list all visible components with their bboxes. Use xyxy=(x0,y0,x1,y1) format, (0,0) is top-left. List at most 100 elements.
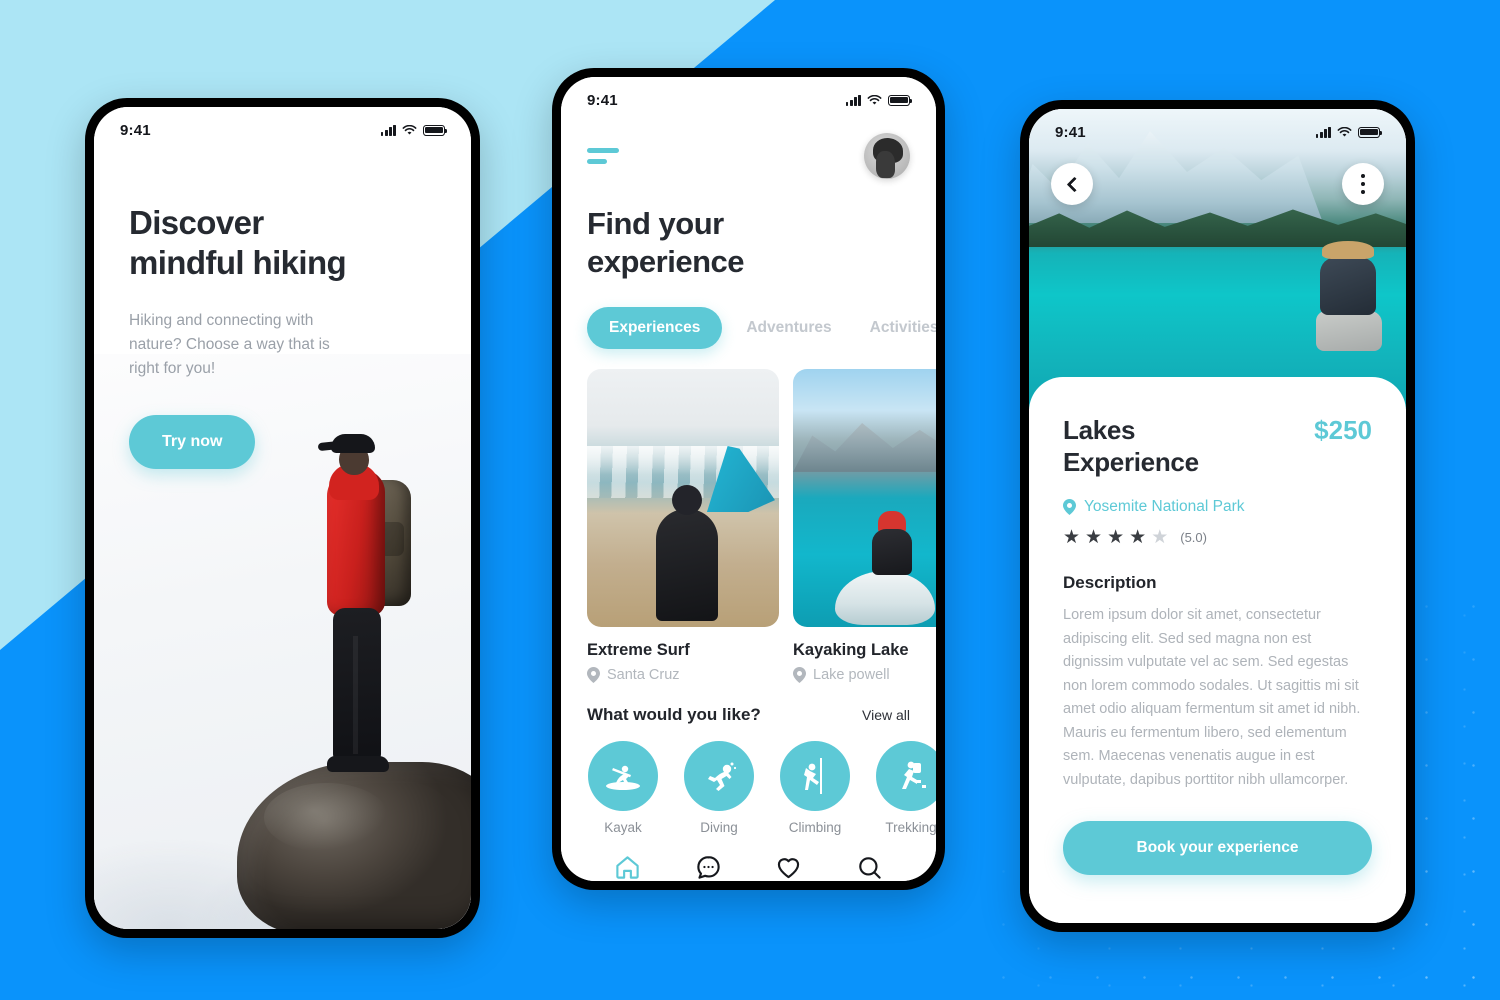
onboarding-title-line1: Discover xyxy=(129,204,264,241)
nav-search-icon[interactable] xyxy=(855,853,885,881)
rating-stars: ★ ★ ★ ★ ★ (5.0) xyxy=(1063,528,1372,547)
star-icon: ★ xyxy=(1129,527,1147,549)
detail-location-text: Yosemite National Park xyxy=(1084,498,1245,516)
phone-frame-detail: 9:41 Lakes Experience $250 Yosemite Nati… xyxy=(1020,100,1415,932)
category-list: Kayak Diving Climbing Trekking xyxy=(561,740,936,835)
cellular-signal-icon xyxy=(1315,126,1331,138)
bottom-navigation xyxy=(561,835,936,881)
detail-title-row: Lakes Experience $250 xyxy=(1063,415,1372,478)
nav-home-icon[interactable] xyxy=(612,853,642,881)
star-icon: ★ xyxy=(1107,527,1125,549)
battery-icon xyxy=(423,124,448,136)
tab-experiences[interactable]: Experiences xyxy=(587,306,723,349)
hamburger-menu-icon[interactable] xyxy=(587,148,621,164)
more-options-button[interactable] xyxy=(1342,163,1384,205)
hiker-figure xyxy=(305,418,413,788)
trekking-icon xyxy=(876,740,936,811)
home-topbar xyxy=(587,133,910,179)
description-heading: Description xyxy=(1063,573,1157,593)
category-item-climbing[interactable]: Climbing xyxy=(779,740,851,835)
star-icon: ★ xyxy=(1063,527,1081,549)
climbing-icon xyxy=(780,740,850,811)
avatar[interactable] xyxy=(864,133,910,179)
category-item-kayak[interactable]: Kayak xyxy=(587,740,659,835)
detail-title-line1: Lakes xyxy=(1063,415,1136,445)
kayak-icon xyxy=(588,740,658,811)
status-icons xyxy=(845,94,913,106)
screen-home: 9:41 Find your experience Experiences Ad… xyxy=(561,77,936,881)
card-image-kayak xyxy=(793,368,936,627)
star-icon: ★ xyxy=(1085,527,1103,549)
category-label: Climbing xyxy=(788,819,842,835)
category-item-diving[interactable]: Diving xyxy=(683,740,755,835)
detail-title: Lakes Experience xyxy=(1063,415,1199,478)
more-vertical-icon xyxy=(1360,174,1366,194)
battery-icon xyxy=(1358,126,1383,138)
battery-icon xyxy=(888,94,913,106)
experience-card[interactable]: Kayaking Lake Lake powell xyxy=(793,368,936,683)
wifi-icon xyxy=(1337,126,1352,137)
tab-adventures[interactable]: Adventures xyxy=(732,307,845,349)
surfer-figure xyxy=(656,484,719,621)
cellular-signal-icon xyxy=(845,94,861,106)
phone-frame-home: 9:41 Find your experience Experiences Ad… xyxy=(552,68,945,890)
card-location: Lake powell xyxy=(793,666,936,683)
experience-card[interactable]: Extreme Surf Santa Cruz xyxy=(587,368,779,683)
detail-header-actions xyxy=(1029,163,1406,205)
onboarding-subtitle: Hiking and connecting with nature? Choos… xyxy=(129,311,330,377)
card-location-text: Lake powell xyxy=(813,666,890,683)
status-icons xyxy=(1315,126,1383,138)
card-location-text: Santa Cruz xyxy=(607,666,680,683)
kayaker-figure xyxy=(866,511,918,585)
rating-value: (5.0) xyxy=(1180,530,1207,546)
onboarding-title-line2: mindful hiking xyxy=(129,244,347,282)
experience-card-list: Extreme Surf Santa Cruz Kayaking Lake La… xyxy=(561,368,936,683)
category-label: Trekking xyxy=(885,819,936,835)
home-title: Find your experience xyxy=(587,205,910,281)
map-pin-icon xyxy=(793,666,806,683)
try-now-button[interactable]: Try now xyxy=(129,414,256,469)
category-tabs: Experiences Adventures Activities xyxy=(587,306,936,349)
onboarding-content: Discover mindful hiking Hiking and conne… xyxy=(94,107,471,469)
map-pin-icon xyxy=(587,666,600,683)
description-text: Lorem ipsum dolor sit amet, consectetur … xyxy=(1063,607,1361,788)
status-bar: 9:41 xyxy=(94,107,471,153)
nav-chat-icon[interactable] xyxy=(693,853,723,881)
status-icons xyxy=(380,124,448,136)
detail-title-line2: Experience xyxy=(1063,446,1199,477)
wifi-icon xyxy=(867,94,882,105)
legs-shape xyxy=(333,608,382,763)
home-body: 9:41 Find your experience Experiences Ad… xyxy=(561,77,936,881)
status-time: 9:41 xyxy=(120,121,151,139)
detail-price: $250 xyxy=(1314,415,1372,445)
view-all-link[interactable]: View all xyxy=(862,707,910,723)
hat-shape xyxy=(1322,241,1374,259)
categories-section-header: What would you like? View all xyxy=(561,683,936,725)
back-button[interactable] xyxy=(1051,163,1093,205)
chevron-left-icon xyxy=(1066,176,1082,192)
card-title: Extreme Surf xyxy=(587,640,690,659)
card-title: Kayaking Lake xyxy=(793,640,909,659)
card-image-surf xyxy=(587,368,779,627)
status-bar: 9:41 xyxy=(561,77,936,123)
card-location: Santa Cruz xyxy=(587,666,779,683)
status-bar: 9:41 xyxy=(1029,109,1406,155)
book-experience-button[interactable]: Book your experience xyxy=(1063,821,1372,875)
torso-shape xyxy=(1320,257,1376,315)
category-item-trekking[interactable]: Trekking xyxy=(875,740,936,835)
diving-icon xyxy=(684,740,754,811)
onboarding-body: 9:41 Discover mindful hiking Hiking and … xyxy=(94,107,471,929)
phone-frame-onboarding: 9:41 Discover mindful hiking Hiking and … xyxy=(85,98,480,938)
surf-photo xyxy=(587,368,779,627)
screen-onboarding: 9:41 Discover mindful hiking Hiking and … xyxy=(94,107,471,929)
tab-activities[interactable]: Activities xyxy=(856,307,936,349)
wifi-icon xyxy=(402,124,417,135)
screen-detail: 9:41 Lakes Experience $250 Yosemite Nati… xyxy=(1029,109,1406,923)
photographer-figure xyxy=(1306,241,1392,351)
onboarding-title: Discover mindful hiking xyxy=(129,203,436,284)
home-title-line2: experience xyxy=(587,243,745,279)
nav-heart-icon[interactable] xyxy=(774,853,804,881)
home-title-line1: Find your xyxy=(587,206,724,241)
detail-body: 9:41 Lakes Experience $250 Yosemite Nati… xyxy=(1029,109,1406,923)
map-pin-icon xyxy=(1063,499,1076,516)
